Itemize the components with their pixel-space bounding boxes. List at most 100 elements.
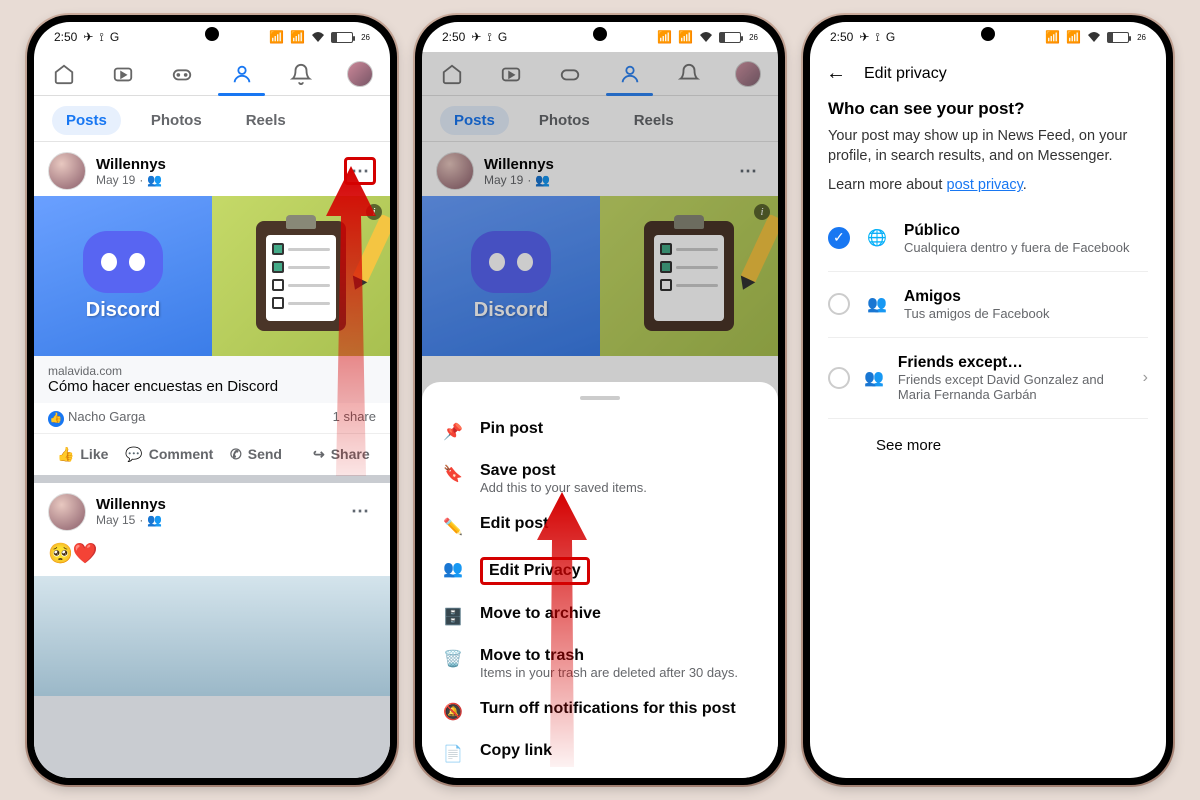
post-more-button[interactable]: ⋯ <box>344 498 376 526</box>
nav-watch[interactable] <box>93 52 152 95</box>
google-icon: G <box>498 30 507 44</box>
wifi-icon <box>699 31 713 43</box>
info-icon[interactable]: i <box>366 204 382 220</box>
option-notifications-off[interactable]: 🔕 Turn off notifications for this post <box>422 690 778 732</box>
location-icon: ⟟ <box>99 30 103 45</box>
bell-off-icon: 🔕 <box>442 700 464 722</box>
link-source: malavida.com <box>48 364 376 378</box>
post-privacy-link[interactable]: post privacy <box>947 177 1023 193</box>
post-photo[interactable] <box>34 576 390 696</box>
post-1: Willennys May 19 · 👥 ⋯ Discord <box>34 142 390 475</box>
back-arrow-icon[interactable]: ← <box>826 62 846 85</box>
post-actions: 👍Like 💬Comment ✆Send ↪Share <box>34 434 390 475</box>
edit-privacy-header: ← Edit privacy <box>810 52 1166 95</box>
nav-profile[interactable] <box>212 52 271 95</box>
discord-text: Discord <box>86 299 160 322</box>
link-preview[interactable]: malavida.com Cómo hacer encuestas en Dis… <box>34 356 390 403</box>
telegram-icon: ✈ <box>859 30 869 44</box>
camera-cutout <box>205 27 219 41</box>
battery-icon <box>1107 32 1129 43</box>
nav-menu[interactable] <box>331 52 390 95</box>
status-time: 2:50 <box>54 30 77 44</box>
pencil-icon: ✏️ <box>442 515 464 537</box>
privacy-option-friends-except[interactable]: 👥 Friends except… Friends except David G… <box>828 338 1148 419</box>
battery-icon <box>331 32 353 43</box>
thumb-icon: 👍 <box>57 446 74 463</box>
avatar[interactable] <box>48 152 86 190</box>
share-button[interactable]: ↪Share <box>299 438 384 471</box>
privacy-title: Who can see your post? <box>828 99 1148 119</box>
post-text: 🥺❤️ <box>34 537 390 576</box>
comment-button[interactable]: 💬Comment <box>125 438 213 471</box>
tab-posts[interactable]: Posts <box>52 106 121 135</box>
post-header: Willennys May 19 · 👥 ⋯ <box>34 142 390 196</box>
sheet-handle[interactable] <box>580 396 620 400</box>
nav-notifications[interactable] <box>271 52 330 95</box>
link-title: Cómo hacer encuestas en Discord <box>48 378 376 395</box>
post-options-sheet: 📌 Pin post 🔖 Save postAdd this to your s… <box>422 382 778 778</box>
battery-icon <box>719 32 741 43</box>
phone-2: 2:50 ✈ ⟟ G 📶 📶 26 <box>415 15 785 785</box>
pencil-icon <box>352 214 390 284</box>
phone-3: 2:50 ✈ ⟟ G 📶 📶 26 ← Edit privacy Who can… <box>803 15 1173 785</box>
archive-icon: 🗄️ <box>442 605 464 627</box>
signal-icon: 📶 <box>1045 30 1060 44</box>
camera-cutout <box>593 27 607 41</box>
option-copy-link[interactable]: 📄 Copy link <box>422 732 778 774</box>
option-pin[interactable]: 📌 Pin post <box>422 410 778 452</box>
comment-icon: 💬 <box>125 446 142 463</box>
signal-icon-2: 📶 <box>290 30 305 44</box>
telegram-icon: ✈ <box>83 30 93 44</box>
signal-icon-2: 📶 <box>678 30 693 44</box>
friends-except-icon: 👥 <box>864 368 884 388</box>
avatar[interactable] <box>48 493 86 531</box>
signal-icon-2: 📶 <box>1066 30 1081 44</box>
tab-photos[interactable]: Photos <box>137 106 216 141</box>
battery-percent: 26 <box>361 33 370 42</box>
option-edit-privacy[interactable]: 👥 Edit Privacy <box>422 547 778 595</box>
signal-icon: 📶 <box>657 30 672 44</box>
trash-icon: 🗑️ <box>442 647 464 669</box>
privacy-desc: Your post may show up in News Feed, on y… <box>828 127 1148 166</box>
telegram-icon: ✈ <box>471 30 481 44</box>
privacy-body: Who can see your post? Your post may sho… <box>810 95 1166 476</box>
option-edit-post[interactable]: ✏️ Edit post <box>422 505 778 547</box>
whatsapp-icon: ✆ <box>230 446 242 463</box>
chevron-right-icon: › <box>1143 369 1148 387</box>
post-author[interactable]: Willennys <box>96 156 166 173</box>
share-icon: ↪ <box>313 446 325 463</box>
option-archive[interactable]: 🗄️ Move to archive <box>422 595 778 637</box>
friends-icon: 👥 <box>147 173 162 187</box>
see-more-button[interactable]: See more <box>828 419 1148 472</box>
nav-home[interactable] <box>34 52 93 95</box>
radio-unchecked[interactable] <box>828 367 850 389</box>
location-icon: ⟟ <box>875 30 879 45</box>
globe-icon: 🌐 <box>864 228 890 248</box>
screen-3: 2:50 ✈ ⟟ G 📶 📶 26 ← Edit privacy Who can… <box>810 22 1166 778</box>
screen-1: 2:50 ✈ ⟟ G 📶 📶 26 <box>34 22 390 778</box>
post-reactions[interactable]: 👍Nacho Garga 1 share <box>34 403 390 434</box>
profile-tabs: Posts Photos Reels <box>34 96 390 142</box>
option-save[interactable]: 🔖 Save postAdd this to your saved items. <box>422 452 778 505</box>
tab-reels[interactable]: Reels <box>232 106 300 141</box>
privacy-option-friends[interactable]: 👥 Amigos Tus amigos de Facebook <box>828 272 1148 338</box>
nav-gaming[interactable] <box>153 52 212 95</box>
option-trash[interactable]: 🗑️ Move to trashItems in your trash are … <box>422 637 778 690</box>
send-button[interactable]: ✆Send <box>213 438 298 471</box>
privacy-learn-more: Learn more about post privacy. <box>828 176 1148 196</box>
radio-unchecked[interactable] <box>828 293 850 315</box>
post-2: Willennys May 15 · 👥 ⋯ 🥺❤️ <box>34 483 390 696</box>
google-icon: G <box>886 30 895 44</box>
friends-icon: 👥 <box>864 294 890 314</box>
post-more-button[interactable]: ⋯ <box>344 157 376 185</box>
pin-icon: 📌 <box>442 420 464 442</box>
post-author[interactable]: Willennys <box>96 496 166 513</box>
privacy-option-public[interactable]: 🌐 Público Cualquiera dentro y fuera de F… <box>828 206 1148 272</box>
screen-2: 2:50 ✈ ⟟ G 📶 📶 26 <box>422 22 778 778</box>
header-title: Edit privacy <box>864 65 947 83</box>
radio-checked[interactable] <box>828 227 850 249</box>
facebook-top-nav <box>34 52 390 96</box>
friends-icon: 👥 <box>147 513 162 527</box>
post-image[interactable]: Discord i <box>34 196 390 356</box>
like-button[interactable]: 👍Like <box>40 438 125 471</box>
